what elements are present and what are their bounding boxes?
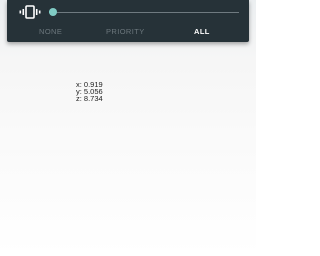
sensor-readout: x: 0.919 y: 5.056 z: 8.734 xyxy=(76,81,103,103)
tab-none[interactable]: NONE xyxy=(39,27,62,36)
volume-panel: NONE PRIORITY ALL xyxy=(7,0,249,42)
sensor-z-value: z: 8.734 xyxy=(76,94,103,103)
slider-track xyxy=(49,11,239,13)
slider-thumb[interactable] xyxy=(49,8,57,16)
volume-slider[interactable] xyxy=(49,6,239,18)
tab-priority[interactable]: PRIORITY xyxy=(106,27,145,36)
vibrate-icon[interactable] xyxy=(19,5,41,19)
tab-all[interactable]: ALL xyxy=(194,27,210,36)
interruption-mode-tabs: NONE PRIORITY ALL xyxy=(7,22,249,42)
